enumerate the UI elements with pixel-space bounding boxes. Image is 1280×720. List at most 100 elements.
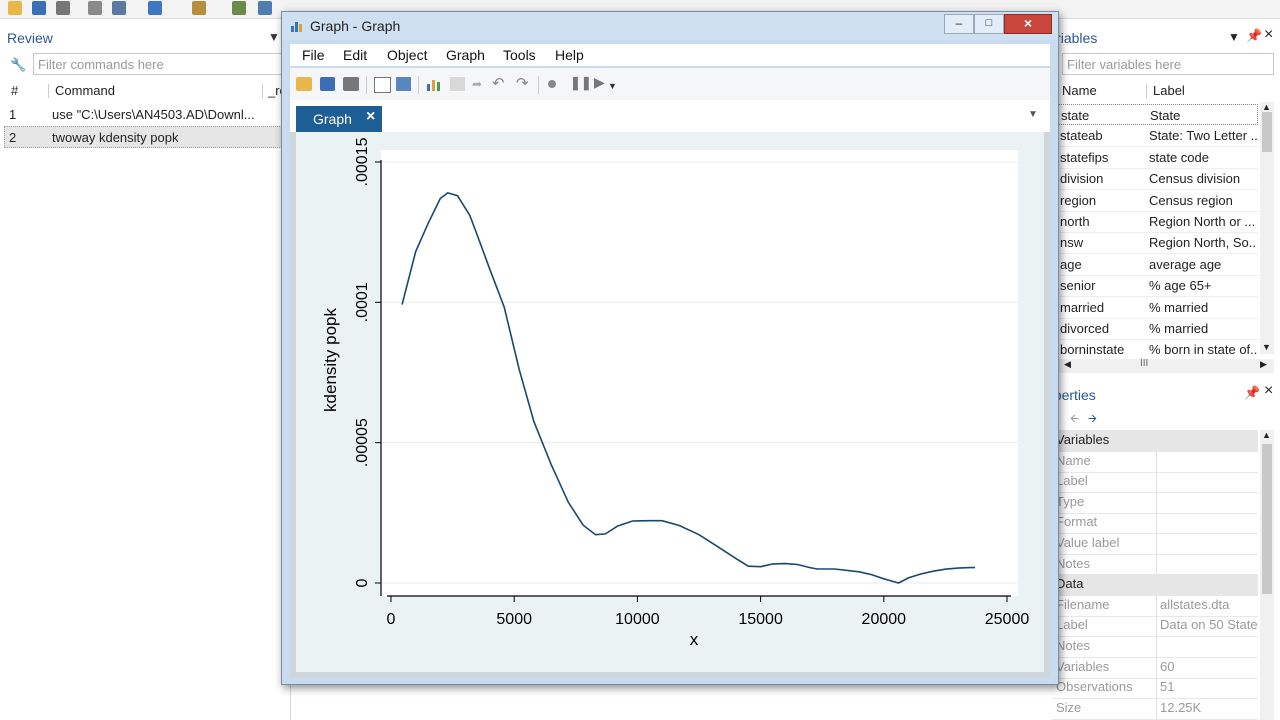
variable-row[interactable]: north Region North or ... — [1052, 211, 1258, 233]
variable-label: % married — [1149, 321, 1209, 336]
scroll-left-icon[interactable]: ◀ — [1064, 359, 1071, 370]
property-row[interactable]: Name — [1052, 450, 1258, 473]
redo-icon[interactable]: ↷ — [516, 74, 529, 92]
property-row[interactable]: Observations 51 — [1052, 677, 1258, 700]
undo-icon[interactable]: ↶ — [492, 74, 505, 92]
filter-icon[interactable]: ▼ — [1228, 30, 1240, 44]
minimize-button[interactable]: – — [944, 14, 974, 34]
variable-row[interactable]: nsw Region North, So... — [1052, 232, 1258, 255]
variable-row[interactable]: senior % age 65+ — [1052, 275, 1258, 298]
review-pane: Review ▼ 🔧 Filter commands here # Comman… — [0, 26, 291, 720]
scroll-thumb[interactable] — [1262, 444, 1272, 594]
pin-filter-icon[interactable]: ▼ — [268, 30, 280, 44]
rename-icon[interactable] — [396, 77, 411, 91]
property-label: Notes — [1056, 638, 1090, 653]
tab-list-dropdown-icon[interactable]: ▼ — [1028, 109, 1038, 120]
play-dropdown-icon[interactable]: ▼ — [608, 81, 617, 91]
variable-row[interactable]: age average age — [1052, 254, 1258, 276]
properties-vscrollbar[interactable]: ▲ — [1260, 430, 1274, 720]
open-icon[interactable] — [296, 77, 312, 91]
scroll-down-icon[interactable]: ▼ — [1262, 342, 1271, 352]
property-row[interactable]: Format — [1052, 512, 1258, 535]
open-icon[interactable] — [8, 1, 22, 15]
print-icon[interactable] — [343, 77, 359, 91]
forward-arrow-icon[interactable]: 🡪 — [1088, 410, 1097, 429]
record-icon[interactable] — [548, 80, 556, 88]
plot-region — [381, 150, 1018, 596]
property-row[interactable]: Type — [1052, 491, 1258, 514]
close-icon[interactable]: × — [1264, 26, 1273, 44]
variable-row[interactable]: region Census region — [1052, 190, 1258, 212]
property-row[interactable]: Variables 60 — [1052, 656, 1258, 679]
pin-icon[interactable]: 📌 — [1246, 28, 1262, 44]
close-icon[interactable]: × — [1264, 382, 1273, 400]
col-name-header[interactable]: Name — [1062, 80, 1097, 102]
col-label-header[interactable]: Label — [1153, 80, 1185, 102]
menu-help[interactable]: Help — [555, 47, 584, 63]
property-row[interactable]: Size 12.25K — [1052, 697, 1258, 720]
variable-row[interactable]: stateab State: Two Letter ... — [1052, 125, 1258, 148]
viewer-icon[interactable] — [112, 1, 126, 15]
recorder-icon[interactable] — [450, 77, 465, 91]
data-editor-icon[interactable] — [232, 1, 246, 15]
tab-graph[interactable]: Graph × — [296, 106, 382, 132]
variable-row[interactable]: statefips state code — [1052, 147, 1258, 169]
variable-name: age — [1060, 256, 1082, 272]
data-browser-icon[interactable] — [258, 1, 272, 15]
close-window-button[interactable]: × — [1004, 14, 1052, 34]
variables-hscrollbar[interactable]: ◀ III ▶ — [1052, 358, 1274, 373]
variables-vscrollbar[interactable]: ▲ ▼ — [1260, 102, 1274, 354]
wrench-icon[interactable]: 🔧 — [10, 57, 26, 73]
col-command-header[interactable]: Command — [55, 80, 115, 102]
scroll-right-icon[interactable]: ▶ — [1260, 359, 1267, 370]
scroll-thumb[interactable] — [1262, 112, 1272, 152]
property-row[interactable]: Filename allstates.dta — [1052, 594, 1258, 617]
save-icon[interactable] — [320, 77, 335, 91]
property-row[interactable]: Label Data on 50 State — [1052, 615, 1258, 638]
col-num-header[interactable]: # — [11, 80, 18, 102]
variable-label: State — [1150, 108, 1181, 123]
review-row-selected[interactable]: 2 twoway kdensity popk — [4, 126, 290, 148]
menu-object[interactable]: Object — [387, 47, 427, 63]
do-file-editor-icon[interactable] — [192, 1, 206, 15]
copy-icon[interactable] — [374, 77, 391, 93]
variable-row[interactable]: divorced % married — [1052, 318, 1258, 340]
tab-close-icon[interactable]: × — [366, 108, 375, 126]
maximize-button[interactable]: □ — [974, 14, 1004, 34]
scroll-up-icon[interactable]: ▲ — [1262, 102, 1271, 112]
variable-row[interactable]: borninstate % born in state of... — [1052, 339, 1258, 356]
variable-row[interactable]: state State — [1052, 104, 1258, 125]
variable-row[interactable]: married % married — [1052, 297, 1258, 319]
section-variables[interactable]: Variables — [1052, 430, 1258, 452]
review-row-num: 1 — [9, 107, 17, 122]
print-icon[interactable] — [56, 1, 70, 15]
back-arrow-icon[interactable]: 🡨 — [1070, 410, 1079, 429]
menu-tools[interactable]: Tools — [503, 47, 536, 63]
menu-edit[interactable]: Edit — [343, 47, 367, 63]
play-icon[interactable]: ▶ — [594, 74, 605, 91]
review-filter-input[interactable]: Filter commands here — [33, 53, 285, 75]
property-row[interactable]: Notes — [1052, 553, 1258, 576]
graph-icon[interactable] — [148, 1, 162, 15]
graph-window-titlebar[interactable]: Graph - Graph – □ × — [282, 12, 1058, 40]
property-row[interactable]: Notes — [1052, 636, 1258, 658]
graph-window-title: Graph - Graph — [310, 18, 401, 34]
section-data[interactable]: Data — [1052, 574, 1258, 597]
variables-filter-input[interactable]: Filter variables here — [1062, 53, 1274, 75]
pointer-icon[interactable]: ➦ — [472, 77, 487, 91]
menu-file[interactable]: File — [302, 47, 325, 63]
log-icon[interactable] — [88, 1, 102, 15]
pin-icon[interactable]: 📌 — [1244, 385, 1260, 401]
scroll-thumb-grip[interactable]: III — [1140, 358, 1148, 369]
menu-graph[interactable]: Graph — [446, 47, 485, 63]
save-icon[interactable] — [32, 1, 46, 15]
property-row[interactable]: Label — [1052, 471, 1258, 494]
x-tick-label: 5000 — [496, 611, 532, 628]
property-value: allstates.dta — [1160, 596, 1230, 612]
review-row[interactable]: 1 use "C:\Users\AN4503.AD\Downl... — [0, 104, 290, 126]
variable-row[interactable]: division Census division — [1052, 168, 1258, 191]
pause-icon[interactable]: ❚❚ — [570, 75, 592, 91]
graph-editor-icon[interactable] — [426, 77, 442, 91]
scroll-up-icon[interactable]: ▲ — [1262, 430, 1271, 440]
property-row[interactable]: Value label — [1052, 533, 1258, 555]
